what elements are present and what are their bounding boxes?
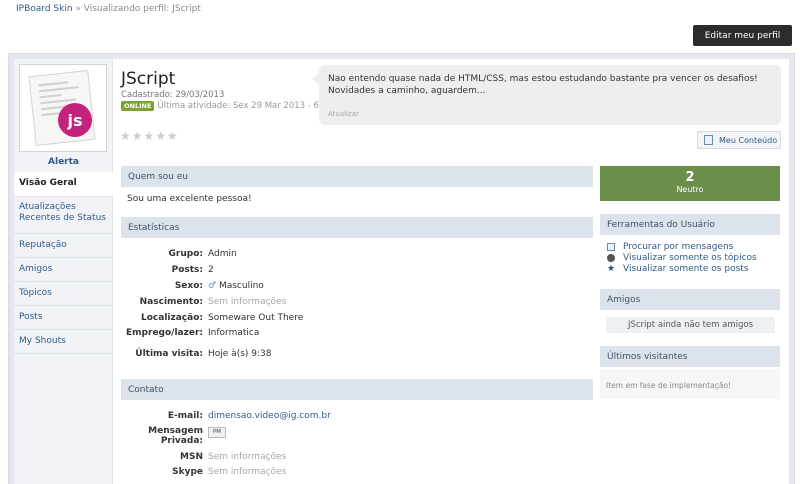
about-text: Sou uma excelente pessoa! xyxy=(127,194,252,204)
tool-label: Procurar por mensagens xyxy=(623,242,734,252)
skype-value: Sem informações xyxy=(208,467,287,477)
email-link[interactable]: dimensao.video@ig.com.br xyxy=(208,411,331,421)
my-content-button[interactable]: Meu Conteúdo xyxy=(697,131,781,149)
tool-label: Visualizar somente os posts xyxy=(623,264,749,274)
stat-value: Sem informações xyxy=(208,297,287,307)
tool-search-messages[interactable]: Procurar por mensagens xyxy=(607,242,733,252)
about-header: Quem sou eu xyxy=(121,166,593,187)
profile-frame: js Alerta Visão Geral Atualizações Recen… xyxy=(8,53,795,484)
contact-label: Skype xyxy=(172,467,203,477)
stat-label: Localização: xyxy=(141,313,203,323)
stats-header: Estatísticas xyxy=(121,217,593,238)
stat-label: Grupo: xyxy=(168,249,203,259)
stat-label: Posts: xyxy=(171,265,203,275)
contact-label: Mensagem Privada: xyxy=(148,426,203,446)
alert-link[interactable]: Alerta xyxy=(14,157,113,167)
stat-value: Admin xyxy=(208,249,237,259)
online-badge: ONLINE xyxy=(121,101,155,111)
status-bubble: Nao entendo quase nada de HTML/CSS, mas … xyxy=(312,65,781,125)
reputation-label: Neutro xyxy=(676,185,704,194)
bubble-tail xyxy=(312,73,319,85)
pm-icon[interactable]: PM xyxy=(208,427,226,438)
visitors-header: Últimos visitantes xyxy=(600,346,780,367)
sidebar-item-reputation[interactable]: Reputação xyxy=(14,234,113,258)
avatar: js xyxy=(19,64,107,152)
sidebar-item-posts[interactable]: Posts xyxy=(14,306,113,330)
stat-value: Informatica xyxy=(208,328,260,338)
last-activity: Última atividade: Sex 29 Mar 2013 - 6:44 xyxy=(157,101,333,111)
stat-label: Emprego/lazer: xyxy=(126,328,203,338)
stat-label: Nascimento: xyxy=(139,297,203,307)
reputation-value: 2 xyxy=(685,170,695,185)
js-logo-icon: js xyxy=(58,103,92,137)
msn-value: Sem informações xyxy=(208,452,287,462)
visitors-text: Item em fase de implementação! xyxy=(600,369,780,399)
profile-container: js Alerta Visão Geral Atualizações Recen… xyxy=(14,59,789,484)
sidebar-item-status-updates[interactable]: Atualizações Recentes de Status xyxy=(14,197,113,234)
stat-value: ♂ Masculino xyxy=(208,281,264,291)
gender-text: Masculino xyxy=(218,281,264,291)
breadcrumb-separator: » xyxy=(72,4,84,14)
content-icon xyxy=(704,135,713,145)
topics-icon xyxy=(607,254,615,262)
activity-row: ONLINE Última atividade: Sex 29 Mar 2013… xyxy=(121,101,333,111)
sidebar-item-friends[interactable]: Amigos xyxy=(14,258,113,282)
friends-header: Amigos xyxy=(600,289,780,310)
profile-sidebar: js Alerta Visão Geral Atualizações Recen… xyxy=(14,59,113,484)
reputation-box: 2 Neutro xyxy=(600,166,780,201)
sidebar-item-overview[interactable]: Visão Geral xyxy=(14,172,113,197)
breadcrumb-home-link[interactable]: IPBoard Skin xyxy=(16,4,73,14)
tool-label: Visualizar somente os tópicos xyxy=(623,253,757,263)
stat-value: Someware Out There xyxy=(208,313,304,323)
stat-label: Última visita: xyxy=(135,349,203,359)
tool-view-posts[interactable]: ★ Visualizar somente os posts xyxy=(607,264,748,274)
edit-profile-button[interactable]: Editar meu perfil xyxy=(693,25,792,46)
breadcrumb: IPBoard Skin » Visualizando perfil: JScr… xyxy=(16,4,201,14)
stat-value: Hoje à(s) 9:38 xyxy=(208,349,272,359)
status-text: Nao entendo quase nada de HTML/CSS, mas … xyxy=(328,74,758,96)
male-icon: ♂ xyxy=(208,281,217,291)
tools-header: Ferramentas do Usuário xyxy=(600,214,780,235)
sidebar-menu: Visão Geral Atualizações Recentes de Sta… xyxy=(14,172,113,354)
status-update-link[interactable]: Atualizar xyxy=(328,110,359,118)
contact-label: E-mail: xyxy=(167,411,203,421)
contact-header: Contato xyxy=(121,379,593,400)
contact-label: MSN xyxy=(180,452,203,462)
registered-date: Cadastrado: 29/03/2013 xyxy=(121,90,225,100)
sidebar-item-my-shouts[interactable]: My Shouts xyxy=(14,330,113,354)
rating-stars[interactable]: ★★★★★ xyxy=(120,129,179,143)
friends-empty: JScript ainda não tem amigos xyxy=(606,317,775,333)
stat-label: Sexo: xyxy=(174,281,203,291)
pm-value: PM xyxy=(208,426,226,438)
sidebar-item-topics[interactable]: Tópicos xyxy=(14,282,113,306)
search-messages-icon xyxy=(607,243,615,251)
my-content-label: Meu Conteúdo xyxy=(719,135,778,145)
breadcrumb-current: Visualizando perfil: JScript xyxy=(83,4,201,14)
tool-view-topics[interactable]: Visualizar somente os tópicos xyxy=(607,253,757,263)
profile-name: JScript xyxy=(121,69,176,89)
stat-value: 2 xyxy=(208,265,214,275)
star-icon: ★ xyxy=(607,264,616,274)
